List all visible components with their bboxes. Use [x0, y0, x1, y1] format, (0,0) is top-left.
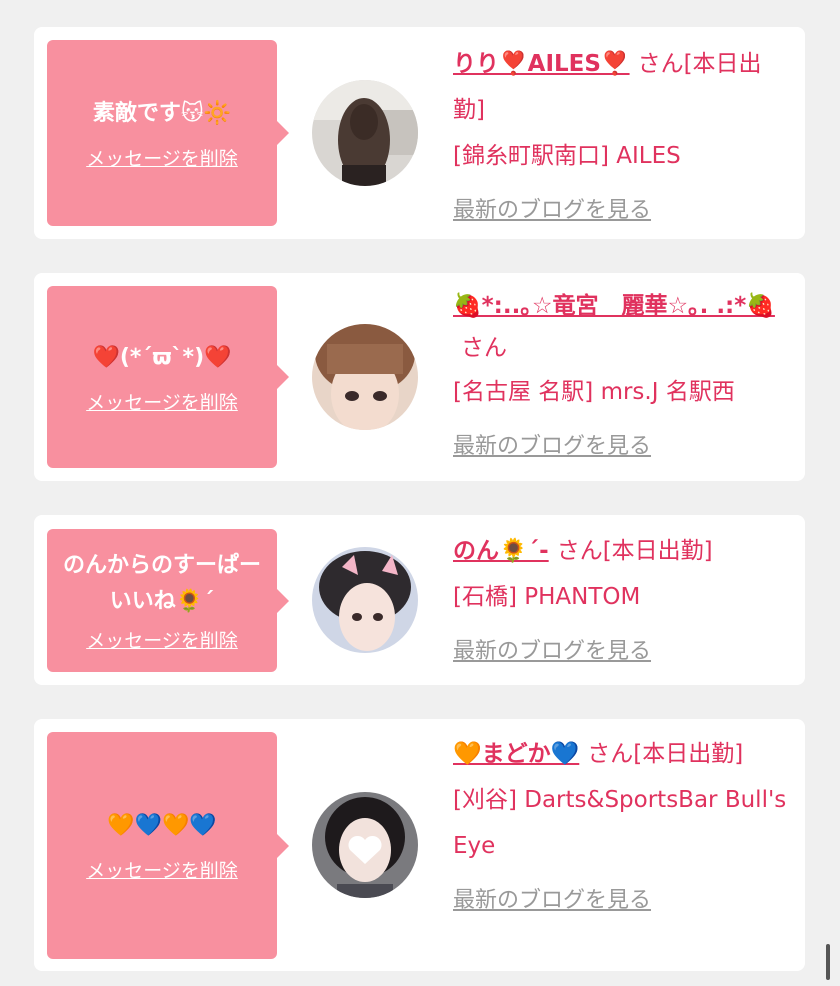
avatar[interactable] [312, 324, 418, 430]
cast-info: 🧡まどか💙 さん[本日出勤] [刈谷] Darts&SportsBar Bull'… [453, 731, 788, 924]
shop-info: [名古屋 名駅] mrs.J 名駅西 [453, 379, 735, 405]
message-bubble: 素敵です😽🔆 メッセージを削除 [47, 40, 289, 226]
favorite-card: 🧡💙🧡💙 メッセージを削除 🧡まどか💙 さん[本日出勤] [刈谷] Darts&S… [34, 719, 805, 971]
message-text: 🧡💙🧡💙 [107, 813, 217, 838]
message-bubble: ❤️(*´ϖ`*)❤️ メッセージを削除 [47, 286, 289, 468]
scrollbar[interactable] [826, 944, 830, 980]
honorific: さん [587, 741, 634, 767]
honorific: さん [637, 51, 684, 77]
cast-info: のん🌻´- さん[本日出勤] [石橋] PHANTOM 最新のブログを見る [453, 528, 788, 675]
delete-message-link[interactable]: メッセージを削除 [86, 856, 238, 883]
avatar[interactable] [312, 80, 418, 186]
delete-message-link[interactable]: メッセージを削除 [86, 626, 238, 653]
message-text: ❤️(*´ϖ`*)❤️ [92, 344, 232, 370]
cast-info: りり❣️AILES❣️ さん[本日出勤] [錦糸町駅南口] AILES 最新のブロ… [453, 41, 788, 234]
work-status: [本日出勤] [633, 741, 744, 767]
favorite-card: 素敵です😽🔆 メッセージを削除 りり❣️AILES❣️ さん[本日出勤] [錦糸町… [34, 27, 805, 239]
avatar[interactable] [312, 792, 418, 898]
cast-info: 🍓*:..｡☆竜宮 麗華☆｡. .:*🍓 さん [名古屋 名駅] mrs.J 名駅… [453, 285, 788, 470]
cast-name-link[interactable]: 🍓*:..｡☆竜宮 麗華☆｡. .:*🍓 [453, 293, 775, 319]
cast-name-link[interactable]: のん🌻´- [453, 538, 549, 564]
message-bubble: 🧡💙🧡💙 メッセージを削除 [47, 732, 289, 959]
favorite-card: ❤️(*´ϖ`*)❤️ メッセージを削除 🍓*:..｡☆竜宮 麗華☆｡. .:*… [34, 273, 805, 481]
delete-message-link[interactable]: メッセージを削除 [86, 388, 238, 415]
work-status: [本日出勤] [602, 538, 713, 564]
honorific: さん [461, 335, 507, 361]
message-bubble: のんからのすーぱーいいね🌻´ メッセージを削除 [47, 529, 289, 672]
avatar[interactable] [312, 547, 418, 653]
latest-blog-link[interactable]: 最新のブログを見る [453, 888, 651, 913]
cast-name-link[interactable]: りり❣️AILES❣️ [453, 51, 630, 77]
latest-blog-link[interactable]: 最新のブログを見る [453, 198, 651, 223]
shop-info: [石橋] PHANTOM [453, 584, 641, 610]
message-text: 素敵です😽🔆 [92, 100, 232, 126]
message-text: のんからのすーぱーいいね🌻´ [62, 553, 261, 614]
delete-message-link[interactable]: メッセージを削除 [86, 144, 238, 171]
favorite-card: のんからのすーぱーいいね🌻´ メッセージを削除 のん🌻´- さん[本日出勤] [石… [34, 515, 805, 685]
shop-info: [錦糸町駅南口] AILES [453, 143, 681, 169]
shop-info: [刈谷] Darts&SportsBar Bull's Eye [453, 787, 787, 859]
cast-name-link[interactable]: 🧡まどか💙 [453, 741, 579, 767]
latest-blog-link[interactable]: 最新のブログを見る [453, 434, 651, 459]
latest-blog-link[interactable]: 最新のブログを見る [453, 639, 651, 664]
honorific: さん [556, 538, 603, 564]
